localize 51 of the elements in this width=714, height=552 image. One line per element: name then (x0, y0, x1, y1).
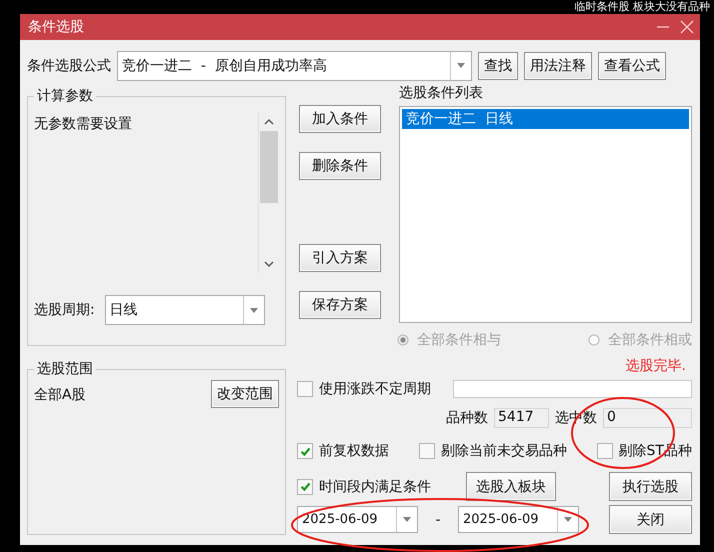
background-window-text: 临时条件股 板块大没有品种 (574, 0, 710, 14)
run-button[interactable]: 执行选股 (609, 472, 692, 501)
period-dropdown[interactable]: 日线 (104, 295, 265, 325)
list-item[interactable]: 竞价一进二 日线 (402, 109, 689, 129)
close-button[interactable]: 关闭 (609, 505, 692, 534)
date-picker[interactable]: 2025-06-09 (458, 506, 579, 533)
side-button[interactable]: 删除条件 (299, 152, 381, 180)
caret-icon[interactable] (403, 517, 411, 522)
caret-icon[interactable] (457, 63, 465, 68)
formula-dropdown[interactable]: 竞价一进二 - 原创自用成功率高 (117, 50, 472, 80)
checkbox[interactable] (297, 443, 313, 459)
status-message: 选股完毕. (626, 358, 686, 374)
scroll-up-icon[interactable] (264, 119, 274, 125)
toolbar-button[interactable]: 查找 (478, 52, 518, 80)
scrollbar[interactable] (258, 113, 279, 273)
change-scope-button[interactable]: 改变范围 (211, 380, 279, 408)
date-picker[interactable]: 2025-06-09 (297, 506, 418, 533)
checkbox[interactable] (297, 478, 313, 494)
toolbar-button[interactable]: 用法注释 (524, 52, 592, 80)
checkbox[interactable] (596, 443, 613, 459)
period-label: 选股周期: (34, 301, 95, 319)
count-label: 品种数 (446, 409, 488, 427)
checkbox-label: 剔除当前未交易品种 (440, 442, 567, 460)
count-field: 5417 (494, 408, 549, 428)
checkbox[interactable] (418, 443, 435, 459)
scope-value: 全部A股 (34, 386, 86, 404)
formula-label: 条件选股公式 (27, 56, 111, 74)
add-to-block-button[interactable]: 选股入板块 (466, 472, 556, 501)
count-field: 0 (603, 408, 692, 428)
caret-icon[interactable] (564, 517, 572, 522)
close-icon[interactable] (680, 20, 694, 34)
caret-icon[interactable] (250, 308, 258, 312)
group-title: 计算参数 (36, 87, 94, 105)
window-title: 条件选股 (28, 18, 84, 36)
side-button[interactable]: 加入条件 (299, 105, 381, 133)
toolbar-button[interactable]: 查看公式 (598, 52, 666, 80)
checkbox-label: 时间段内满足条件 (319, 478, 431, 496)
scroll-down-icon[interactable] (264, 261, 274, 267)
scroll-thumb[interactable] (260, 131, 278, 203)
side-button[interactable]: 引入方案 (299, 244, 381, 272)
checkbox-label: 前复权数据 (319, 442, 389, 460)
checkbox[interactable] (297, 381, 313, 397)
date-separator: - (434, 512, 442, 528)
params-message: 无参数需要设置 (34, 115, 133, 134)
radio-label: 全部条件相与 (417, 331, 501, 349)
radio-label: 全部条件相或 (608, 331, 692, 349)
checkbox-label: 使用涨跌不定周期 (319, 380, 431, 398)
list-title: 选股条件列表 (399, 84, 484, 102)
side-button[interactable]: 保存方案 (299, 291, 381, 319)
group-title: 选股范围 (36, 360, 94, 378)
period-input-field[interactable] (453, 380, 692, 398)
